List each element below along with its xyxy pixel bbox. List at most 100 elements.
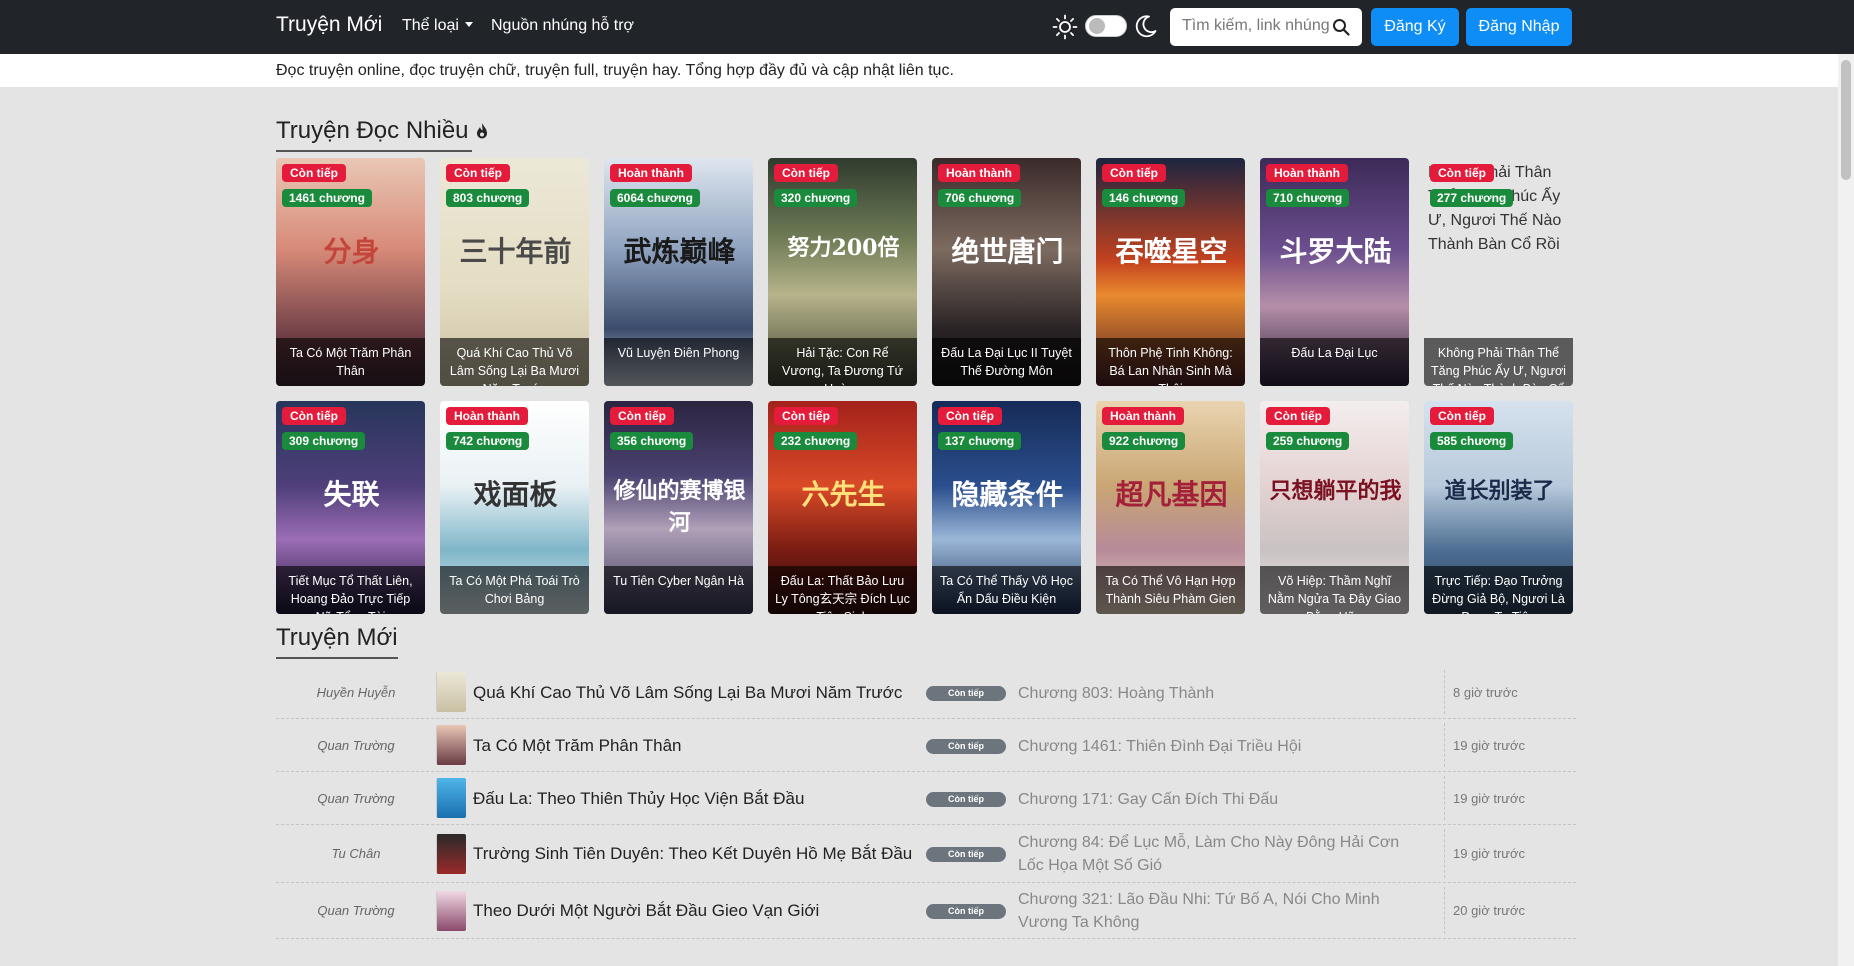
cover-title-art: 隐藏条件 xyxy=(951,478,1064,511)
genre-link[interactable]: Quan Trường xyxy=(276,738,436,753)
story-card[interactable]: 三十年前 Còn tiếp 803 chương Quá Khí Cao Thủ Võ… xyxy=(440,158,589,386)
latest-chapter-link[interactable]: Chương 321: Lão Đầu Nhi: Tứ Bố A, Nói Ch… xyxy=(1018,888,1420,934)
scrollbar-thumb[interactable] xyxy=(1841,60,1851,180)
search-icon[interactable] xyxy=(1332,18,1350,36)
story-thumbnail[interactable] xyxy=(436,725,466,765)
chapter-count-badge: 710 chương xyxy=(1266,189,1350,207)
latest-chapter-link[interactable]: Chương 84: Để Lục Mỗ, Làm Cho Này Đông H… xyxy=(1018,831,1420,877)
cover-title-art: 三十年前 xyxy=(459,235,572,268)
story-title-link[interactable]: Đấu La: Theo Thiên Thủy Học Viện Bắt Đầu xyxy=(473,789,804,809)
latest-chapter-link[interactable]: Chương 171: Gay Cấn Đích Thi Đấu xyxy=(1018,788,1420,811)
story-card[interactable]: 修仙的赛博银河 Còn tiếp 356 chương Tu Tiên Cyber N… xyxy=(604,401,753,614)
story-title[interactable]: Quá Khí Cao Thủ Võ Lâm Sống Lại Ba Mươi … xyxy=(440,338,589,386)
story-thumbnail[interactable] xyxy=(436,778,466,818)
list-item: Quan Trường Theo Dưới Một Người Bắt Đầu G… xyxy=(276,883,1576,939)
story-title[interactable]: Đấu La: Thất Bảo Lưu Ly Tông玄天宗 Đích Lục… xyxy=(768,566,917,614)
story-card[interactable]: 斗罗大陆 Hoàn thành 710 chương Đấu La Đại Lục xyxy=(1260,158,1409,386)
login-button[interactable]: Đăng Nhập xyxy=(1466,8,1572,46)
chapter-count-badge: 585 chương xyxy=(1430,432,1514,450)
story-title[interactable]: Đấu La Đại Lục II Tuyệt Thế Đường Môn xyxy=(932,338,1081,386)
chapter-count-badge: 356 chương xyxy=(610,432,694,450)
story-card[interactable]: Không Phải Thân Thể Tăng Phúc Ấy Ư, Ngươ… xyxy=(1424,158,1573,386)
status-pill: Còn tiếp xyxy=(926,847,1006,862)
status-badge: Còn tiếp xyxy=(774,164,838,182)
cover-title-art: 吞噬星空 xyxy=(1115,235,1228,268)
story-title[interactable]: Tu Tiên Cyber Ngân Hà xyxy=(604,566,753,614)
genre-link[interactable]: Quan Trường xyxy=(276,791,436,806)
story-title-link[interactable]: Trường Sinh Tiên Duyên: Theo Kết Duyên H… xyxy=(473,844,912,864)
story-title[interactable]: Ta Có Thể Thấy Võ Học Ẩn Dấu Điều Kiện xyxy=(932,566,1081,614)
cover-title-art: 努力200倍 xyxy=(787,235,900,261)
story-title[interactable]: Thôn Phệ Tinh Không: Bá Lan Nhân Sinh Mà… xyxy=(1096,338,1245,386)
story-card[interactable]: 努力200倍 Còn tiếp 320 chương Hải Tặc: Con Rể … xyxy=(768,158,917,386)
site-brand[interactable]: Truyện Mới xyxy=(276,13,382,37)
chapter-count-badge: 320 chương xyxy=(774,189,858,207)
story-card[interactable]: 绝世唐门 Hoàn thành 706 chương Đấu La Đại Lục I… xyxy=(932,158,1081,386)
latest-chapter-link[interactable]: Chương 1461: Thiên Đình Đại Triều Hội xyxy=(1018,735,1420,758)
story-title[interactable]: Ta Có Một Trăm Phân Thân xyxy=(276,338,425,386)
list-item: Quan Trường Ta Có Một Trăm Phân Thân Còn t… xyxy=(276,719,1576,772)
chevron-down-icon xyxy=(464,22,473,27)
cover-title-art: 六先生 xyxy=(801,478,886,511)
popular-title-text: Truyện Đọc Nhiều xyxy=(276,117,469,144)
story-card[interactable]: 隐藏条件 Còn tiếp 137 chương Ta Có Thể Thấy Võ … xyxy=(932,401,1081,614)
story-title-link[interactable]: Theo Dưới Một Người Bắt Đầu Gieo Vạn Giớ… xyxy=(473,901,819,921)
chapter-count-badge: 232 chương xyxy=(774,432,858,450)
status-badge: Còn tiếp xyxy=(1430,164,1494,182)
popular-grid: 分身 Còn tiếp 1461 chương Ta Có Một Trăm Phân… xyxy=(276,158,1576,614)
story-card[interactable]: 六先生 Còn tiếp 232 chương Đấu La: Thất Bảo Lư… xyxy=(768,401,917,614)
page-scrollbar[interactable] xyxy=(1838,54,1854,966)
story-card[interactable]: 只想躺平的我 Còn tiếp 259 chương Võ Hiệp: Thầm Ng… xyxy=(1260,401,1409,614)
story-title[interactable]: Ta Có Một Phá Toái Trò Chơi Bảng xyxy=(440,566,589,614)
story-thumbnail[interactable] xyxy=(436,672,466,712)
theme-toggle[interactable] xyxy=(1085,15,1127,37)
column-divider xyxy=(1444,723,1445,767)
story-title-link[interactable]: Quá Khí Cao Thủ Võ Lâm Sống Lại Ba Mươi … xyxy=(473,683,902,703)
story-title-link[interactable]: Ta Có Một Trăm Phân Thân xyxy=(473,736,682,756)
status-badge: Còn tiếp xyxy=(446,164,510,182)
story-card[interactable]: 分身 Còn tiếp 1461 chương Ta Có Một Trăm Phân… xyxy=(276,158,425,386)
genre-link[interactable]: Huyền Huyễn xyxy=(276,685,436,700)
story-title[interactable]: Không Phải Thân Thể Tăng Phúc Ấy Ư, Ngươ… xyxy=(1424,338,1573,386)
story-card[interactable]: 道长别装了 Còn tiếp 585 chương Trực Tiếp: Đạo Tr… xyxy=(1424,401,1573,614)
sun-icon[interactable] xyxy=(1052,14,1078,40)
story-title[interactable]: Ta Có Thể Vô Hạn Hợp Thành Siêu Phàm Gie… xyxy=(1096,566,1245,614)
story-card[interactable]: 戏面板 Hoàn thành 742 chương Ta Có Một Phá Toá… xyxy=(440,401,589,614)
story-title[interactable]: Vũ Luyện Điên Phong xyxy=(604,338,753,386)
latest-section-title: Truyện Mới xyxy=(276,624,398,651)
story-title[interactable]: Hải Tặc: Con Rể Vương, Ta Đương Tứ Hoàng xyxy=(768,338,917,386)
moon-icon[interactable] xyxy=(1134,14,1158,38)
cover-title-art: 修仙的赛博银河 xyxy=(613,478,746,536)
story-title[interactable]: Trực Tiếp: Đạo Trưởng Đừng Giả Bộ, Ngươi… xyxy=(1424,566,1573,614)
story-title[interactable]: Tiết Mục Tổ Thất Liên, Hoang Đảo Trực Ti… xyxy=(276,566,425,614)
story-title[interactable]: Đấu La Đại Lục xyxy=(1260,338,1409,386)
chapter-count-badge: 277 chương xyxy=(1430,189,1514,207)
story-card[interactable]: 武炼巅峰 Hoàn thành 6064 chương Vũ Luyện Điên P… xyxy=(604,158,753,386)
cover-title-art: 道长别装了 xyxy=(1444,478,1555,504)
story-card[interactable]: 失联 Còn tiếp 309 chương Tiết Mục Tổ Thất Liê… xyxy=(276,401,425,614)
genre-link[interactable]: Quan Trường xyxy=(276,903,436,918)
cover-title-art: 只想躺平的我 xyxy=(1269,478,1402,504)
register-button[interactable]: Đăng Ký xyxy=(1371,8,1459,46)
status-pill: Còn tiếp xyxy=(926,791,1006,807)
status-badge: Hoàn thành xyxy=(1266,164,1348,182)
tagline-bar: Đọc truyện online, đọc truyện chữ, truyệ… xyxy=(0,54,1854,87)
status-badge: Hoàn thành xyxy=(610,164,692,182)
genre-dropdown[interactable]: Thể loại xyxy=(402,17,473,35)
updated-time: 19 giờ trước xyxy=(1453,846,1525,861)
story-thumbnail[interactable] xyxy=(436,890,466,931)
story-thumbnail[interactable] xyxy=(436,833,466,874)
status-badge: Hoàn thành xyxy=(1102,407,1184,425)
search-input[interactable] xyxy=(1182,17,1330,35)
status-badge: Còn tiếp xyxy=(774,407,838,425)
status-pill: Còn tiếp xyxy=(926,685,1006,701)
story-title[interactable]: Võ Hiệp: Thầm Nghĩ Nằm Ngửa Ta Đây Giao … xyxy=(1260,566,1409,614)
story-card[interactable]: 超凡基因 Hoàn thành 922 chương Ta Có Thể Vô Hạn… xyxy=(1096,401,1245,614)
sources-link[interactable]: Nguồn nhúng hỗ trợ xyxy=(491,17,634,35)
chapter-count-badge: 742 chương xyxy=(446,432,530,450)
latest-chapter-link[interactable]: Chương 803: Hoàng Thành xyxy=(1018,682,1420,705)
story-card[interactable]: 吞噬星空 Còn tiếp 146 chương Thôn Phệ Tinh Khôn… xyxy=(1096,158,1245,386)
genre-link[interactable]: Tu Chân xyxy=(276,846,436,861)
chapter-count-badge: 146 chương xyxy=(1102,189,1186,207)
latest-list: Huyền Huyễn Quá Khí Cao Thủ Võ Lâm Sống L… xyxy=(276,666,1576,939)
